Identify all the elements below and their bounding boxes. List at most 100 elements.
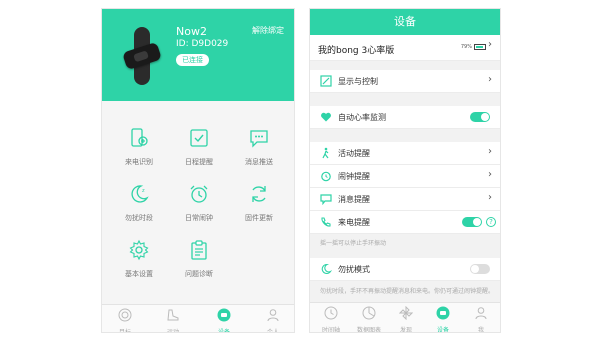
grid-item-firmware[interactable]: 固件更新 (230, 177, 288, 227)
grid-item-label: 固件更新 (245, 214, 273, 222)
row-label: 闹钟提醒 (338, 172, 370, 181)
tab-label: 时间轴 (321, 327, 340, 333)
phone-touch-icon (131, 128, 148, 147)
my-bong-row[interactable]: 我的bong 3心率版 79% › (310, 35, 500, 61)
display-control-icon (320, 75, 332, 87)
clipboard-icon (191, 240, 207, 260)
person-icon (475, 307, 487, 320)
tab-timeline[interactable]: 时间轴 (312, 303, 350, 333)
device-name: Now2 (176, 25, 207, 38)
tab-personal[interactable]: 个人 (254, 305, 292, 333)
grid-item-basic-settings[interactable]: 基本设置 (110, 233, 168, 283)
refresh-icon (252, 186, 266, 202)
message-bubble-icon (320, 194, 332, 205)
alarm-clock-icon (190, 185, 208, 203)
tab-label: 目标 (118, 329, 131, 333)
chevron-right-icon: › (488, 39, 492, 50)
device-icon (217, 308, 231, 322)
device-header: Now2 ID: D9D029 已连接 解除绑定 (102, 9, 294, 101)
grid-item-label: 消息推送 (245, 158, 273, 166)
dnd-hint-text: 勿扰时段，手环不再振动提醒消息和来电。你仍可通过闹钟提醒。 (320, 288, 495, 295)
row-label: 勿扰模式 (338, 265, 370, 274)
grid-item-label: 日常闹钟 (185, 214, 213, 222)
person-icon (267, 309, 279, 322)
connection-status-badge: 已连接 (176, 54, 209, 66)
bottom-tab-bar: 时间轴 数据图表 发现 设备 我 (310, 302, 500, 332)
grid-item-label: 问题诊断 (185, 270, 213, 278)
tab-sport[interactable]: 运动 (154, 305, 192, 333)
clock-icon (324, 306, 338, 320)
grid-item-label: 勿扰时段 (125, 214, 153, 222)
grid-item-label: 来电识别 (125, 158, 153, 166)
tab-label: 数据图表 (356, 327, 381, 333)
svg-text:z: z (142, 188, 145, 194)
call-hint-text: 摇一摇可以停止手环振动 (320, 240, 387, 247)
chart-icon (362, 306, 376, 320)
chevron-right-icon: › (488, 74, 492, 85)
grid-item-caller-id[interactable]: 来电识别 (110, 121, 168, 171)
help-icon[interactable]: ? (486, 217, 496, 227)
row-activity-reminder[interactable]: 活动提醒 › (310, 142, 500, 165)
message-bubble-icon (250, 130, 268, 148)
page-title: 设备 (310, 9, 500, 35)
tab-device[interactable]: 设备 (424, 303, 462, 333)
row-message-reminder[interactable]: 消息提醒 › (310, 188, 500, 211)
left-phone-screen: Now2 ID: D9D029 已连接 解除绑定 来电识别 日程提醒 消息推送 … (101, 8, 295, 333)
grid-item-diagnosis[interactable]: 问题诊断 (170, 233, 228, 283)
heart-icon (321, 112, 331, 122)
call-reminder-toggle[interactable] (462, 217, 482, 227)
tab-device[interactable]: 设备 (205, 305, 243, 333)
battery-percent: 79% (460, 44, 472, 50)
walking-person-icon (322, 147, 329, 159)
target-icon (118, 308, 132, 322)
phone-icon (321, 217, 331, 227)
chevron-right-icon: › (488, 146, 492, 157)
grid-item-label: 日程提醒 (185, 158, 213, 166)
grid-item-alarm[interactable]: 日常闹钟 (170, 177, 228, 227)
row-call-reminder: 来电提醒 ? (310, 211, 500, 234)
tab-label: 设备 (436, 327, 449, 333)
row-label: 显示与控制 (338, 77, 378, 86)
grid-item-label: 基本设置 (125, 270, 153, 278)
tab-me[interactable]: 我 (462, 303, 500, 333)
chevron-right-icon: › (488, 169, 492, 180)
tab-label: 发现 (399, 327, 412, 333)
alarm-clock-icon (321, 171, 331, 182)
unbind-button[interactable]: 解除绑定 (252, 25, 284, 36)
grid-item-schedule[interactable]: 日程提醒 (170, 121, 228, 171)
device-icon (436, 306, 450, 320)
device-id: ID: D9D029 (176, 39, 229, 49)
tab-discover[interactable]: 发现 (387, 303, 425, 333)
tab-label: 设备 (217, 329, 230, 333)
tab-goal[interactable]: 目标 (106, 305, 144, 333)
moon-icon: z (131, 185, 149, 203)
tab-label: 运动 (166, 329, 179, 333)
bottom-tab-bar: 目标 运动 设备 个人 (102, 304, 294, 332)
row-auto-heart-rate: 自动心率监测 (310, 106, 500, 129)
calendar-check-icon (190, 129, 208, 147)
band-image (120, 27, 164, 85)
row-alarm-reminder[interactable]: 闹钟提醒 › (310, 165, 500, 188)
feature-grid: 来电识别 日程提醒 消息推送 z 勿扰时段 日常闹钟 固件更新 基本设置 问题诊… (102, 101, 294, 306)
row-label: 活动提醒 (338, 149, 370, 158)
tab-label: 个人 (266, 329, 279, 333)
grid-item-dnd[interactable]: z 勿扰时段 (110, 177, 168, 227)
row-label: 自动心率监测 (338, 113, 386, 122)
my-bong-label: 我的bong 3心率版 (318, 46, 395, 56)
row-dnd-mode: 勿扰模式 (310, 258, 500, 281)
grid-item-message-push[interactable]: 消息推送 (230, 121, 288, 171)
battery-icon (474, 44, 486, 50)
tab-data-chart[interactable]: 数据图表 (350, 303, 388, 333)
pinwheel-icon (398, 305, 414, 321)
row-label: 来电提醒 (338, 218, 370, 227)
row-display-control[interactable]: 显示与控制 › (310, 70, 500, 93)
row-label: 消息提醒 (338, 195, 370, 204)
gear-icon (129, 239, 149, 261)
moon-icon (321, 263, 332, 274)
chevron-right-icon: › (488, 192, 492, 203)
dnd-toggle[interactable] (470, 264, 490, 274)
auto-heart-rate-toggle[interactable] (470, 112, 490, 122)
right-phone-screen: 设备 我的bong 3心率版 79% › 显示与控制 › 自动心率监测 活动提醒… (309, 8, 501, 333)
tab-label: 我 (477, 327, 484, 333)
shoe-icon (167, 309, 179, 321)
